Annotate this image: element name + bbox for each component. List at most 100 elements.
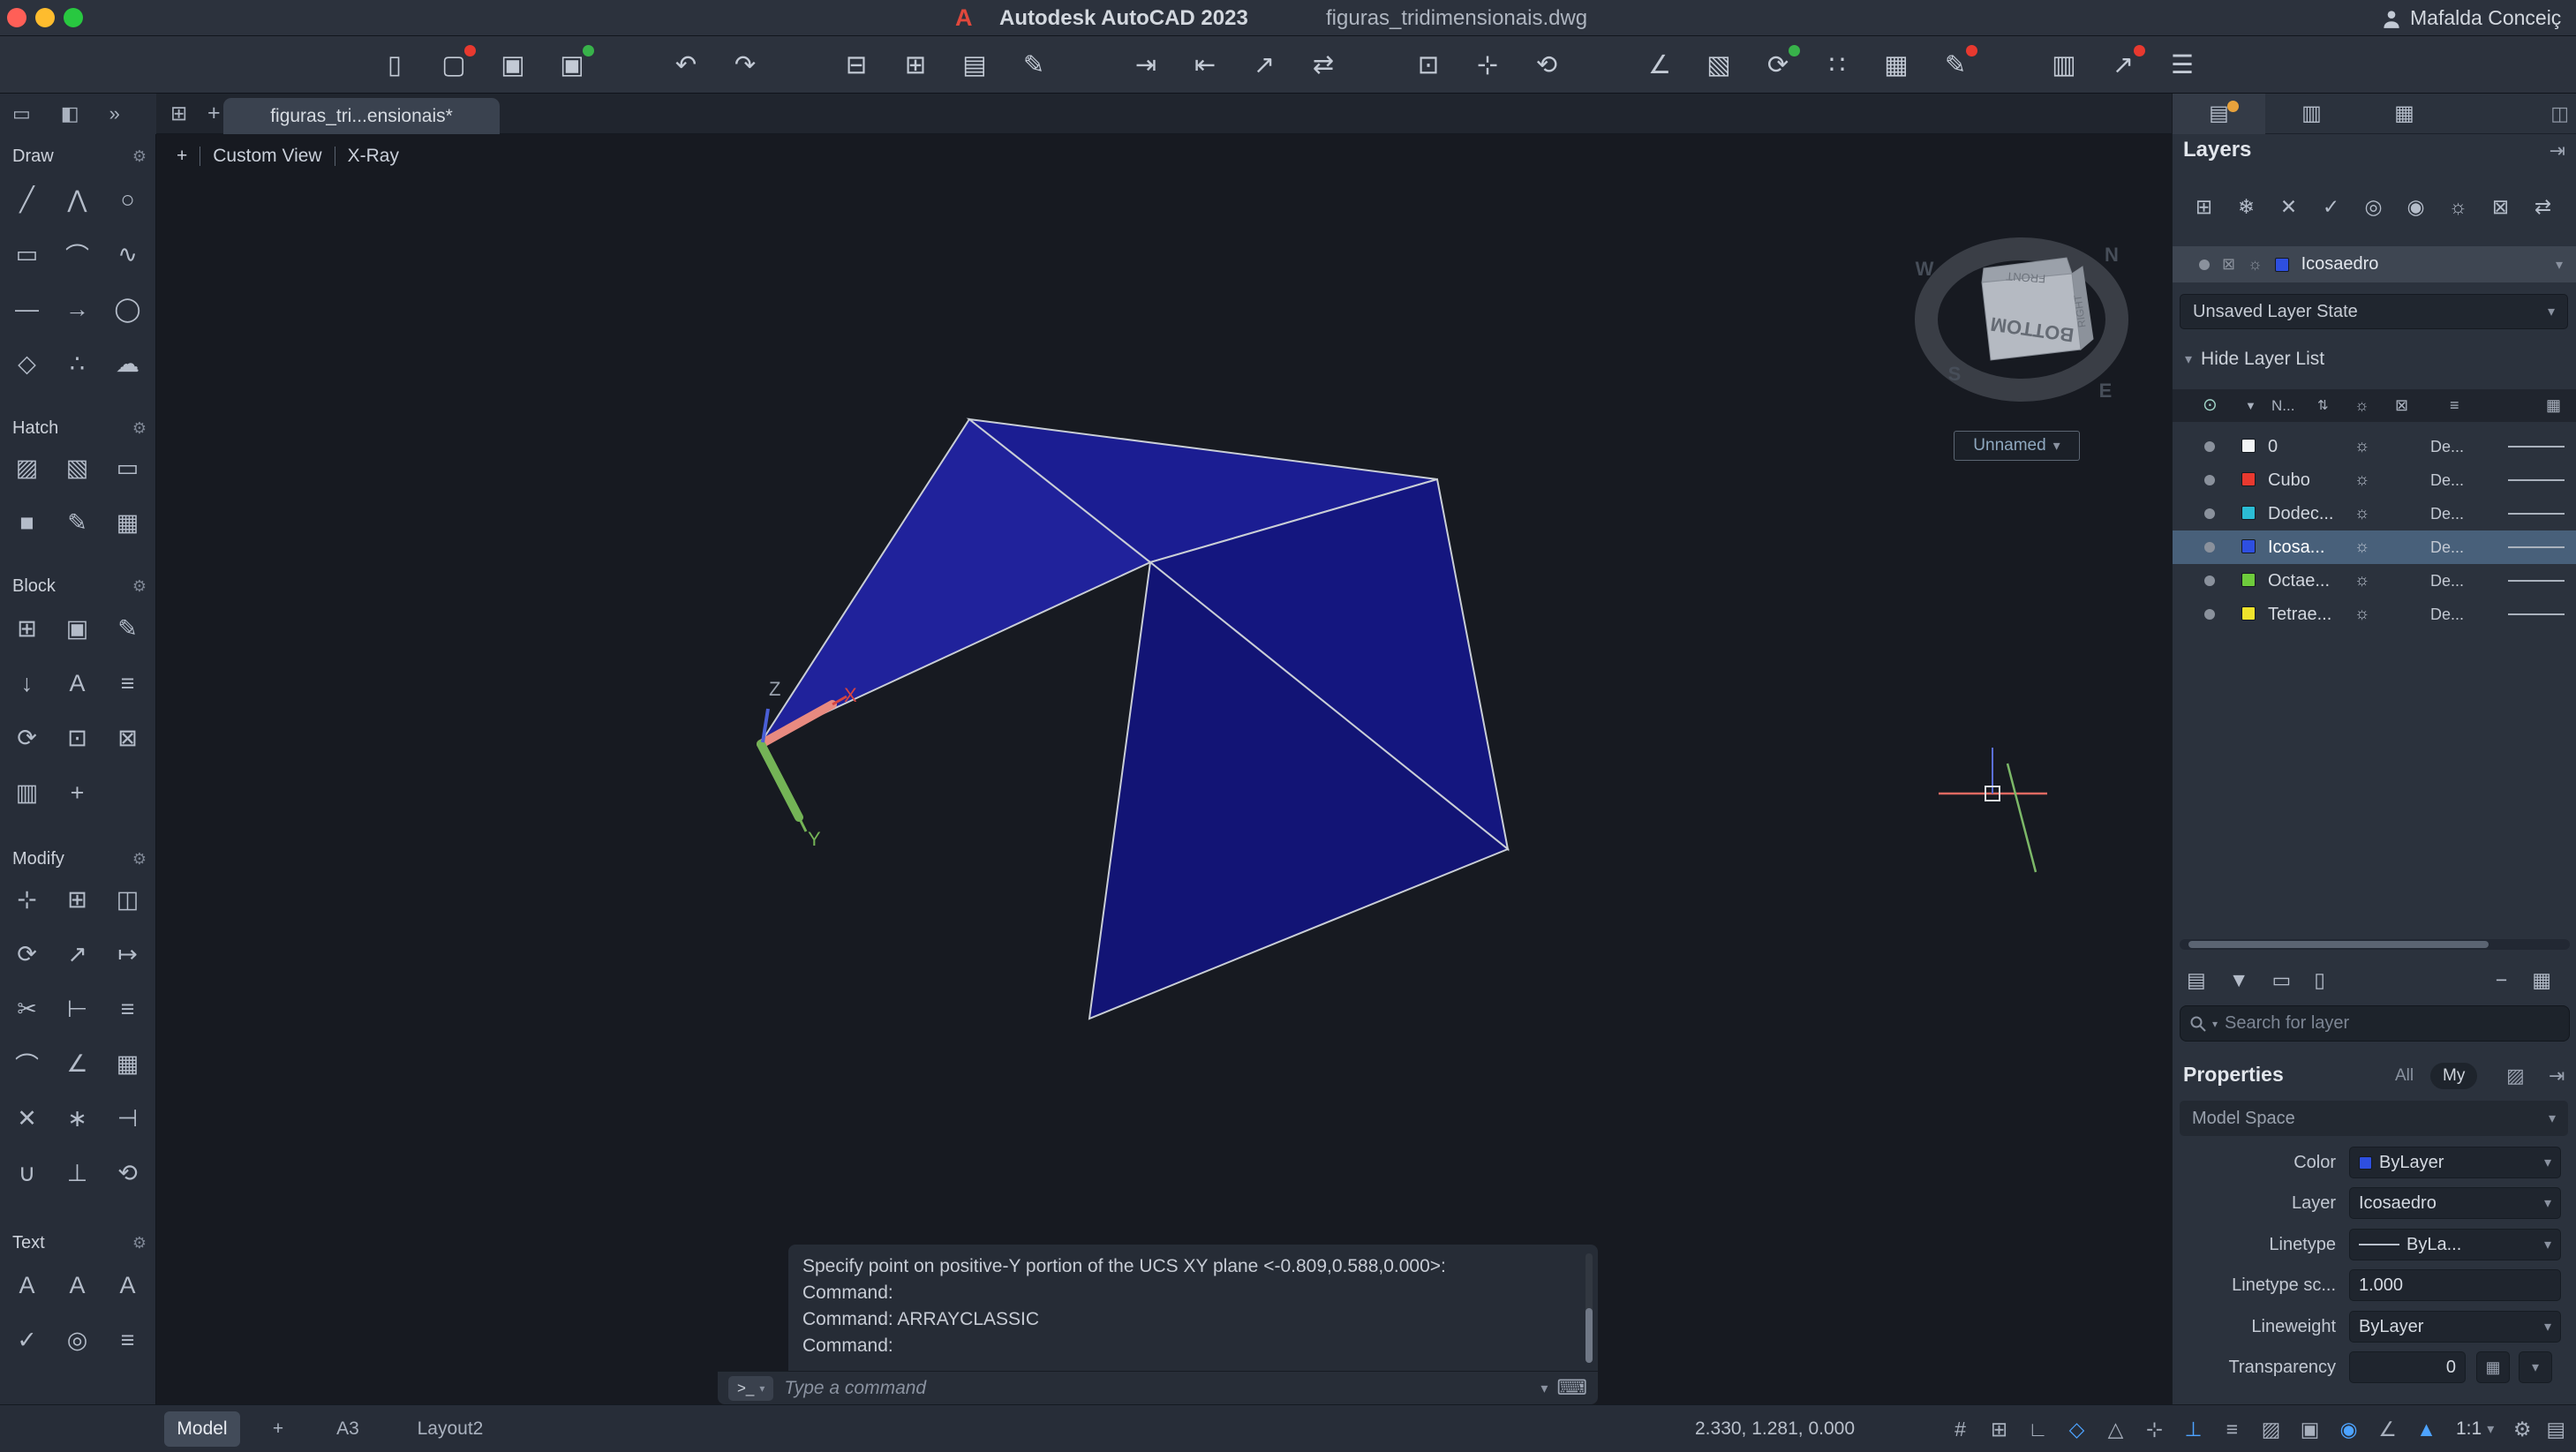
layer-name[interactable]: Octae... — [2268, 564, 2330, 598]
multiline-text-tool[interactable]: A — [2, 1258, 52, 1313]
gear-icon[interactable]: ⚙ — [132, 850, 147, 869]
undo-icon[interactable]: ↶ — [666, 45, 706, 86]
plot-icon[interactable]: ⊞ — [895, 45, 936, 86]
selection-cycling-icon[interactable]: ▣ — [2295, 1411, 2324, 1447]
new-frozen-layer-icon[interactable]: ❄ — [2234, 189, 2258, 224]
icosahedron-object[interactable] — [761, 419, 1508, 1019]
linetype-scale-field[interactable]: 1.000 — [2349, 1269, 2561, 1301]
export-icon[interactable]: ⇤ — [1185, 45, 1225, 86]
sun-icon[interactable]: ☼ — [2354, 389, 2369, 422]
filter-icon[interactable]: ▼ — [2245, 389, 2256, 422]
move-tool[interactable]: ⊹ — [2, 872, 52, 927]
layer-lineweight[interactable]: De... — [2430, 497, 2464, 530]
freeze-icon[interactable]: ☼ — [2354, 530, 2369, 564]
gradient-tool[interactable]: ▧ — [52, 440, 102, 495]
layer-search-input[interactable] — [2223, 1012, 2560, 1034]
open-drawing-icon[interactable]: ▢ — [433, 45, 474, 86]
fillet-tool[interactable]: ⌒ — [2, 1036, 52, 1091]
sheet-set-icon[interactable]: ▥ — [2044, 45, 2084, 86]
copy-tool[interactable]: ⊞ — [52, 872, 102, 927]
spell-check-tool[interactable]: ✓ — [2, 1313, 52, 1367]
layer-name[interactable]: Dodec... — [2268, 497, 2333, 530]
mirror-tool[interactable]: ◫ — [102, 872, 153, 927]
sort-icon[interactable]: ⇅ — [2317, 389, 2329, 422]
paste-icon[interactable]: ▧ — [1699, 45, 1739, 86]
viewcube-east-label[interactable]: E — [2099, 380, 2113, 402]
layer-row-selected[interactable]: Icosa... ☼ De... — [2173, 530, 2576, 564]
construction-line-tool[interactable]: — — [2, 282, 52, 336]
define-attribute-tool[interactable]: A — [52, 656, 102, 711]
user-account-button[interactable]: Mafalda Conceiç — [2380, 0, 2576, 36]
polar-tracking-icon[interactable]: ◇ — [2062, 1411, 2091, 1447]
new-drawing-icon[interactable]: ▯ — [374, 45, 415, 86]
measure-icon[interactable]: ∠ — [1639, 45, 1680, 86]
layout2-tab[interactable]: Layout2 — [402, 1411, 499, 1447]
scale-tool[interactable]: ↗ — [52, 927, 102, 982]
dock-palette-icon[interactable]: ◧ — [61, 102, 79, 125]
rotate-3d-tool[interactable]: ⟲ — [102, 1146, 153, 1200]
ortho-mode-icon[interactable]: ∟ — [2023, 1411, 2053, 1447]
drawing-tab[interactable]: figuras_tri...ensionais* — [223, 98, 500, 134]
annotation-monitor-icon[interactable]: ▤ — [2542, 1411, 2569, 1447]
layer-linetype-sample[interactable] — [2508, 479, 2565, 481]
array-tool[interactable]: ▦ — [102, 1036, 153, 1091]
extend-tool[interactable]: ⊢ — [52, 982, 102, 1036]
isolate-layer-icon[interactable]: ◎ — [2361, 189, 2385, 224]
match-layer-icon[interactable]: ⇄ — [2531, 189, 2555, 224]
quick-properties-icon[interactable]: ▨ — [2506, 1065, 2525, 1087]
layer-row[interactable]: Tetrae... ☼ De... — [2173, 598, 2576, 631]
rotate-tool[interactable]: ⟳ — [2, 927, 52, 982]
hatch-settings-tool[interactable]: ▦ — [102, 495, 153, 550]
palette-overflow-icon[interactable]: » — [109, 102, 120, 125]
viewcube-nav-dropdown[interactable]: Unnamed ▾ — [1954, 431, 2080, 461]
layer-lineweight[interactable]: De... — [2430, 598, 2464, 631]
feedback-icon[interactable]: ☰ — [2162, 45, 2203, 86]
minimize-window-button[interactable] — [35, 8, 55, 27]
lock-icon[interactable]: ⊠ — [2395, 389, 2408, 422]
collapse-panel-icon[interactable]: ⇥ — [2550, 139, 2565, 162]
delete-layer-icon[interactable]: ✕ — [2277, 189, 2301, 224]
command-input[interactable] — [782, 1377, 1532, 1400]
print-icon[interactable]: ⊟ — [836, 45, 877, 86]
layer-color-swatch[interactable] — [2241, 573, 2256, 587]
gear-icon[interactable]: ⚙ — [132, 419, 147, 438]
viewport-plus-control[interactable]: + — [177, 146, 187, 167]
columns-icon[interactable]: ▦ — [2532, 968, 2551, 992]
point-style-icon[interactable]: ∷ — [1817, 45, 1857, 86]
layer-row[interactable]: 0 ☼ De... — [2173, 430, 2576, 463]
base-point-tool[interactable]: + — [52, 765, 102, 820]
layer-color-swatch[interactable] — [2241, 506, 2256, 520]
freeze-icon[interactable]: ☼ — [2354, 430, 2369, 463]
freeze-icon[interactable]: ☼ — [2354, 564, 2369, 598]
polygon-tool[interactable]: ◇ — [2, 336, 52, 391]
model-tab[interactable]: Model — [164, 1411, 240, 1447]
edit-hatch-tool[interactable]: ✎ — [52, 495, 102, 550]
manage-attributes-tool[interactable]: ≡ — [102, 656, 153, 711]
3d-object-snap-icon[interactable]: ◉ — [2334, 1411, 2363, 1447]
reference-panel-tab[interactable]: ▦ — [2358, 94, 2451, 134]
orbit-icon[interactable]: ⟲ — [1526, 45, 1567, 86]
grid-mode-icon[interactable]: # — [1946, 1411, 1975, 1447]
hide-layer-list-toggle[interactable]: ▾ Hide Layer List — [2185, 349, 2324, 370]
layer-row[interactable]: Cubo ☼ De... — [2173, 463, 2576, 497]
annotation-scale-button[interactable]: 1:1 ▾ — [2451, 1418, 2499, 1440]
ray-tool[interactable]: → — [52, 282, 102, 336]
layer-lineweight[interactable]: De... — [2430, 530, 2464, 564]
gear-icon[interactable]: ⚙ — [132, 147, 147, 166]
eye-icon[interactable]: ⊙ — [2203, 389, 2218, 422]
insert-block-tool[interactable]: ⊞ — [2, 601, 52, 656]
point-tool[interactable]: ∴ — [52, 336, 102, 391]
linetype-dropdown[interactable]: ByLa... ▾ — [2349, 1229, 2561, 1260]
etransmit-icon[interactable]: ↗ — [1244, 45, 1284, 86]
command-scrollbar-thumb[interactable] — [1586, 1308, 1593, 1363]
layer-lineweight[interactable]: De... — [2430, 564, 2464, 598]
circle-tool[interactable]: ○ — [102, 172, 153, 227]
arc-tool[interactable]: ⌒ — [52, 227, 102, 282]
lock-layer-icon[interactable]: ⊠ — [2489, 189, 2512, 224]
lineweight-dropdown[interactable]: ByLayer ▾ — [2349, 1311, 2561, 1343]
stretch-tool[interactable]: ↦ — [102, 927, 153, 982]
keyboard-icon[interactable]: ⌨ — [1556, 1375, 1587, 1401]
freeze-icon[interactable]: ☼ — [2354, 463, 2369, 497]
scrollbar-thumb[interactable] — [2188, 941, 2489, 948]
horizontal-scrollbar[interactable] — [2180, 939, 2570, 950]
